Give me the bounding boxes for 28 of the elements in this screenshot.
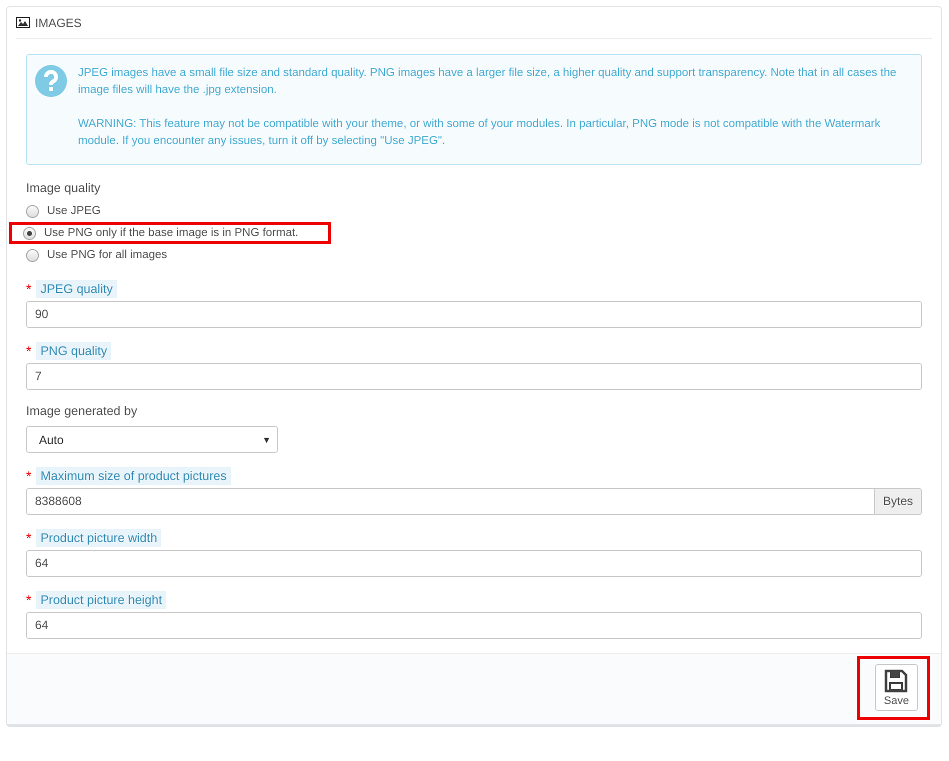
input-field[interactable]: 90 (26, 301, 922, 328)
save-button[interactable]: Save (874, 664, 918, 711)
field-label: JPEG quality (36, 280, 117, 298)
info-text: WARNING: This feature may not be compatible with your theme, or with some of your modules. In particular, PNG mode is not compatible with the Watermark module. If you encounter any issues, turn it off by selecting "Use JPEG". (78, 117, 882, 149)
unit-label: Bytes (874, 488, 922, 515)
radio-option[interactable]: Use JPEG (23, 200, 112, 222)
input-field[interactable]: 64 (26, 612, 922, 639)
panel-title: IMAGES (35, 16, 82, 30)
image-icon (16, 17, 30, 28)
info-text: JPEG images have a small file size and standard quality. PNG images have a larger file size, a higher quality and support transparency. Note that in all cases the image files will have the .jpg extension. (78, 66, 898, 98)
field-label: PNG quality (36, 342, 112, 360)
required-mark: * (26, 343, 32, 359)
required-mark: * (26, 530, 32, 546)
field-label: Image quality (26, 181, 100, 195)
field-label: Maximum size of product pictures (36, 467, 231, 485)
radio-option[interactable]: Use PNG only if the base image is in PNG format. (9, 222, 332, 244)
field-label: Product picture width (36, 529, 162, 547)
field-label: Product picture height (36, 591, 166, 609)
input-field[interactable]: 8388608 (26, 488, 875, 515)
radio-option[interactable]: Use PNG for all images (23, 244, 178, 266)
input-field[interactable]: 64 (26, 550, 922, 577)
input-field[interactable]: 7 (26, 363, 922, 390)
required-mark: * (26, 281, 32, 297)
help-icon (35, 65, 67, 97)
dropdown[interactable]: Auto ▼ (26, 426, 278, 453)
required-mark: * (26, 592, 32, 608)
required-mark: * (26, 468, 32, 484)
field-label: Image generated by (26, 404, 138, 418)
